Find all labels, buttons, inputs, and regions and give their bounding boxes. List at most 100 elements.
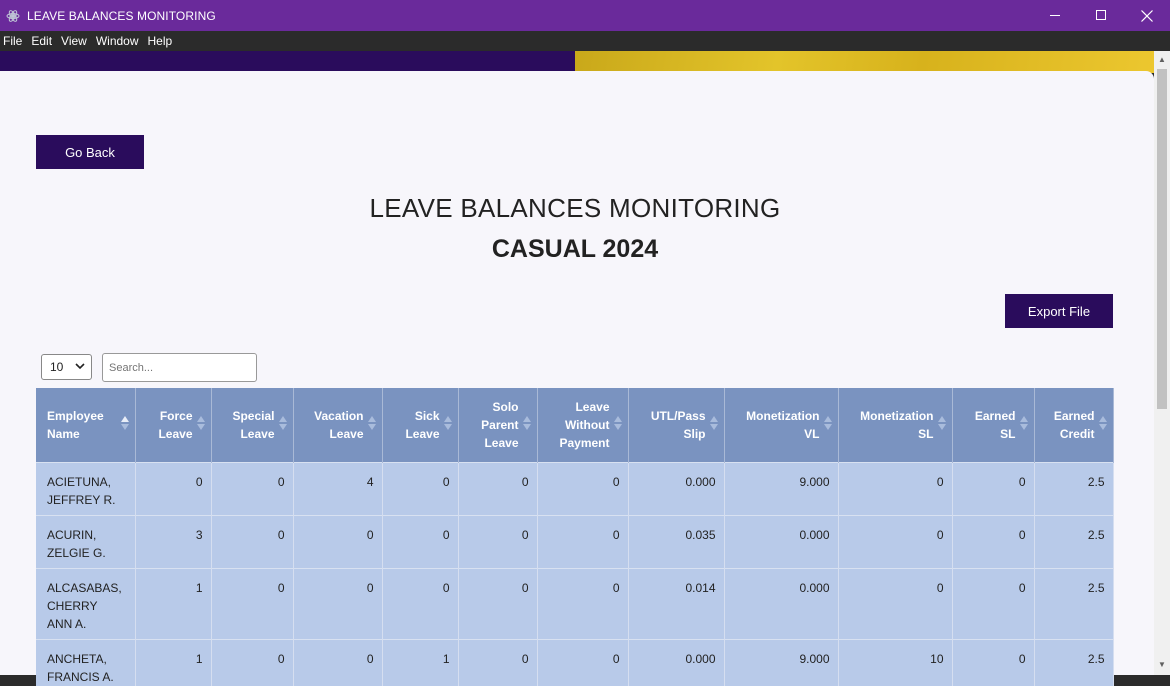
sort-icon (120, 416, 129, 432)
column-header-utl-pass-slip[interactable]: UTL/Pass Slip (628, 388, 725, 462)
vacation-leave-cell: 4 (293, 461, 383, 515)
force-leave-cell: 0 (135, 461, 212, 515)
monetization-vl-cell: 0.000 (724, 567, 839, 639)
special-leave-cell: 0 (211, 638, 294, 686)
menu-help[interactable]: Help (145, 34, 179, 48)
leave-balances-table: Employee Name Force Leave Special Leave Vac… (36, 388, 1114, 686)
vacation-leave-cell: 0 (293, 638, 383, 686)
force-leave-cell: 1 (135, 638, 212, 686)
special-leave-cell: 0 (211, 514, 294, 568)
table-row: ACURIN, ZELGIE G. 3 0 0 0 0 0 0.035 0.000… (36, 514, 1114, 568)
leave-without-payment-cell: 0 (537, 461, 629, 515)
column-header-monetization-vl[interactable]: Monetization VL (724, 388, 839, 462)
column-header-special-leave[interactable]: Special Leave (211, 388, 294, 462)
earned-credit-cell: 2.5 (1034, 514, 1114, 568)
utl-pass-slip-cell: 0.000 (628, 461, 725, 515)
export-file-button[interactable]: Export File (1005, 294, 1113, 328)
sort-icon (522, 416, 531, 432)
close-icon (1141, 9, 1153, 22)
earned-credit-cell: 2.5 (1034, 461, 1114, 515)
go-back-button[interactable]: Go Back (36, 135, 144, 169)
monetization-sl-cell: 0 (838, 567, 953, 639)
column-header-employee-name[interactable]: Employee Name (36, 388, 136, 462)
earned-credit-cell: 2.5 (1034, 638, 1114, 686)
sick-leave-cell: 0 (382, 567, 459, 639)
menu-view[interactable]: View (58, 34, 93, 48)
earned-credit-cell: 2.5 (1034, 567, 1114, 639)
special-leave-cell: 0 (211, 461, 294, 515)
utl-pass-slip-cell: 0.014 (628, 567, 725, 639)
solo-parent-leave-cell: 0 (458, 567, 538, 639)
maximize-button[interactable] (1078, 0, 1124, 31)
utl-pass-slip-cell: 0.035 (628, 514, 725, 568)
sort-icon (613, 416, 622, 432)
sort-icon (709, 416, 718, 432)
employee-name-cell: ALCASABAS, CHERRY ANN A. (36, 567, 136, 639)
column-header-solo-parent-leave[interactable]: Solo Parent Leave (458, 388, 538, 462)
employee-name-cell: ACURIN, ZELGIE G. (36, 514, 136, 568)
menu-window[interactable]: Window (93, 34, 145, 48)
sort-icon (1098, 416, 1107, 432)
page-length-value: 10 (50, 360, 64, 374)
scroll-up-icon[interactable]: ▲ (1154, 51, 1170, 68)
menu-file[interactable]: File (0, 34, 28, 48)
maximize-icon (1095, 10, 1106, 20)
table-row: ACIETUNA, JEFFREY R. 0 0 4 0 0 0 0.000 9.… (36, 461, 1114, 515)
scrollbar-thumb[interactable] (1157, 69, 1167, 409)
column-header-sick-leave[interactable]: Sick Leave (382, 388, 459, 462)
column-header-vacation-leave[interactable]: Vacation Leave (293, 388, 383, 462)
sort-icon (367, 416, 376, 432)
utl-pass-slip-cell: 0.000 (628, 638, 725, 686)
vacation-leave-cell: 0 (293, 567, 383, 639)
solo-parent-leave-cell: 0 (458, 638, 538, 686)
sort-icon (937, 416, 946, 432)
sort-icon (278, 416, 287, 432)
scroll-down-icon[interactable]: ▼ (1154, 656, 1170, 673)
monetization-sl-cell: 10 (838, 638, 953, 686)
earned-sl-cell: 0 (952, 461, 1035, 515)
leave-without-payment-cell: 0 (537, 567, 629, 639)
column-header-monetization-sl[interactable]: Monetization SL (838, 388, 953, 462)
column-header-force-leave[interactable]: Force Leave (135, 388, 212, 462)
sick-leave-cell: 0 (382, 514, 459, 568)
page-title: LEAVE BALANCES MONITORING (369, 193, 781, 223)
employee-name-cell: ANCHETA, FRANCIS A. (36, 638, 136, 686)
sort-icon (1019, 416, 1028, 432)
vertical-scrollbar[interactable]: ▲ ▼ (1154, 51, 1170, 675)
header-banner (0, 51, 1154, 73)
earned-sl-cell: 0 (952, 638, 1035, 686)
earned-sl-cell: 0 (952, 514, 1035, 568)
app-logo-icon (5, 8, 21, 24)
vacation-leave-cell: 0 (293, 514, 383, 568)
minimize-button[interactable] (1032, 0, 1078, 31)
table-header-row: Employee Name Force Leave Special Leave Vac… (36, 388, 1114, 462)
monetization-sl-cell: 0 (838, 514, 953, 568)
page-subtitle: CASUAL 2024 (491, 235, 659, 263)
search-input[interactable] (102, 353, 257, 382)
banner-gold-area (575, 51, 1154, 73)
earned-sl-cell: 0 (952, 567, 1035, 639)
solo-parent-leave-cell: 0 (458, 461, 538, 515)
leave-without-payment-cell: 0 (537, 514, 629, 568)
sick-leave-cell: 0 (382, 461, 459, 515)
menu-bar: File Edit View Window Help (0, 31, 1170, 51)
close-button[interactable] (1124, 0, 1170, 31)
column-header-earned-credit[interactable]: Earned Credit (1034, 388, 1114, 462)
solo-parent-leave-cell: 0 (458, 514, 538, 568)
force-leave-cell: 3 (135, 514, 212, 568)
monetization-vl-cell: 9.000 (724, 638, 839, 686)
column-header-leave-without-payment[interactable]: Leave Without Payment (537, 388, 629, 462)
sort-icon (196, 416, 205, 432)
column-header-earned-sl[interactable]: Earned SL (952, 388, 1035, 462)
sort-icon (823, 416, 832, 432)
window-title: LEAVE BALANCES MONITORING (27, 8, 216, 23)
menu-edit[interactable]: Edit (28, 34, 58, 48)
employee-name-cell: ACIETUNA, JEFFREY R. (36, 461, 136, 515)
chevron-down-icon (75, 363, 85, 370)
page-length-select[interactable]: 10 (41, 354, 92, 380)
leave-without-payment-cell: 0 (537, 638, 629, 686)
minimize-icon (1049, 15, 1060, 16)
table-row: ANCHETA, FRANCIS A. 1 0 0 1 0 0 0.000 9.0… (36, 638, 1114, 686)
sick-leave-cell: 1 (382, 638, 459, 686)
special-leave-cell: 0 (211, 567, 294, 639)
